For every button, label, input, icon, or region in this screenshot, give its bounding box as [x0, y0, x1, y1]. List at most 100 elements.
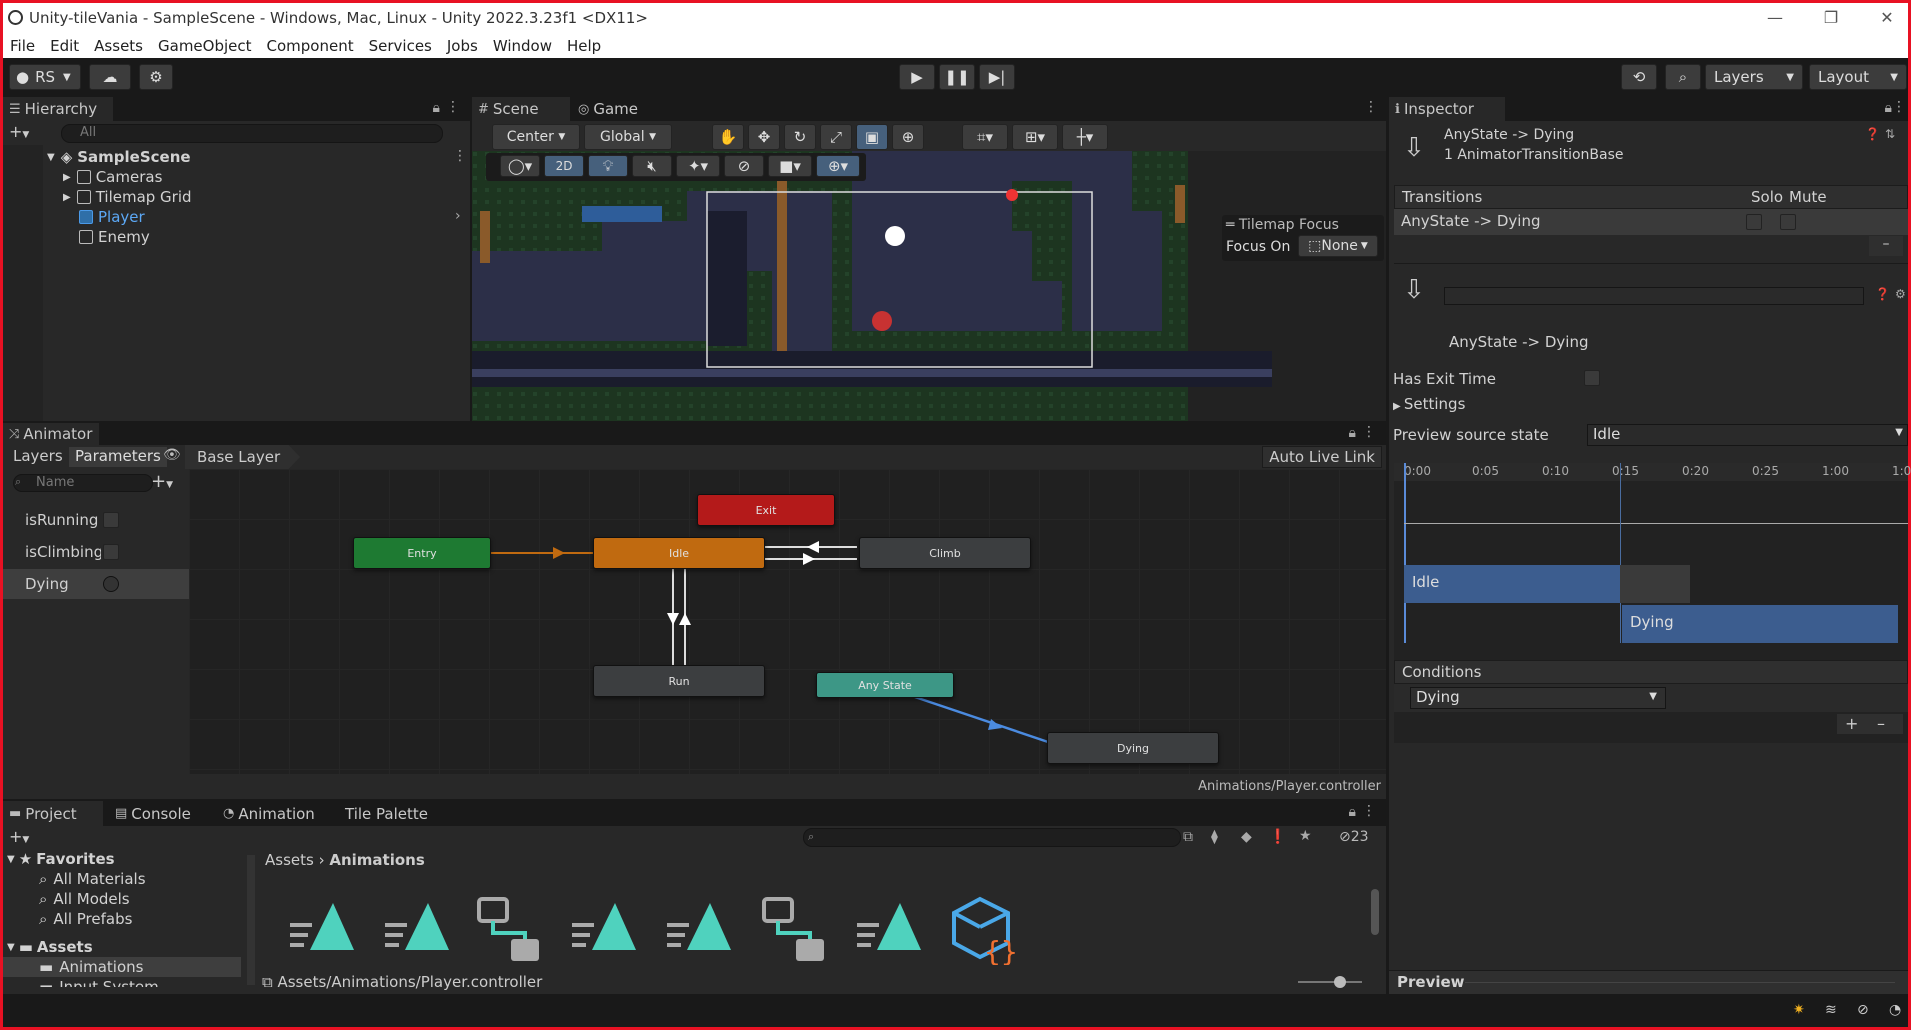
more-menu-icon[interactable]: ⋮	[1362, 424, 1376, 440]
account-dropdown[interactable]: ● RS ▼	[9, 64, 81, 90]
tab-animator[interactable]: ⤨ Animator	[3, 423, 99, 445]
menu-services[interactable]: Services	[369, 37, 440, 55]
assets-row[interactable]: ▼ ▬ Assets	[7, 937, 93, 957]
progress-icon[interactable]: ◔	[1889, 1002, 1901, 1018]
transition-name-field[interactable]	[1444, 287, 1864, 305]
mute-checkbox[interactable]	[1780, 214, 1796, 230]
tree-scrollbar[interactable]	[247, 855, 255, 985]
tab-scene[interactable]: # Scene	[472, 97, 570, 121]
layers-stack-icon[interactable]: ≋	[1825, 1002, 1837, 1018]
create-asset-button[interactable]: +▼	[9, 827, 29, 846]
tab-animation[interactable]: ◔ Animation	[217, 801, 327, 826]
parameter-row-dying[interactable]: Dying	[3, 569, 189, 599]
layer-breadcrumb[interactable]: Base Layer	[185, 445, 301, 469]
lighting-toggle[interactable]: 💡︎	[588, 155, 628, 177]
state-machine-graph[interactable]: Exit Entry Idle Climb Run Any State Dyin…	[189, 469, 1386, 774]
state-any-state[interactable]: Any State	[816, 672, 954, 698]
folder-animations[interactable]: ▬ Animations	[3, 957, 241, 977]
favorite-all-materials[interactable]: ⌕ All Materials	[39, 869, 146, 889]
chevron-right-icon[interactable]: ›	[455, 208, 461, 224]
label-filter-icon[interactable]: ◆	[1241, 829, 1252, 845]
grid-snap-dropdown[interactable]: ⊞▾	[1012, 124, 1058, 150]
menu-help[interactable]: Help	[567, 37, 609, 55]
state-exit[interactable]: Exit	[697, 494, 835, 526]
parameter-row-isrunning[interactable]: isRunning	[3, 505, 186, 535]
parameter-bool-checkbox[interactable]	[103, 544, 119, 560]
audio-toggle[interactable]: 🔇︎	[632, 155, 672, 177]
animation-clip-icon[interactable]	[665, 895, 735, 965]
search-scope-icon[interactable]: ⧉	[1183, 829, 1193, 845]
more-menu-icon[interactable]: ⋮	[1892, 99, 1906, 115]
parameter-bool-checkbox[interactable]	[103, 512, 119, 528]
auto-live-link-button[interactable]: Auto Live Link	[1262, 446, 1382, 468]
network-off-icon[interactable]: ⊘	[1857, 1002, 1869, 1018]
timeline-idle-clip[interactable]: Idle	[1404, 565, 1620, 603]
tab-hierarchy[interactable]: ☰ Hierarchy	[3, 97, 113, 121]
condition-parameter-dropdown[interactable]: Dying ▼	[1410, 687, 1666, 709]
scene-more-icon[interactable]: ⋮	[453, 148, 467, 164]
menu-window[interactable]: Window	[493, 37, 560, 55]
settings-foldout[interactable]: ▶ Settings	[1393, 395, 1465, 413]
camera-dropdown[interactable]: ■▾	[768, 155, 812, 177]
hierarchy-item-player[interactable]: Player	[79, 207, 145, 227]
transition-list-row[interactable]: AnyState -> Dying	[1394, 209, 1908, 235]
focus-on-dropdown[interactable]: ⬚ None ▼	[1298, 235, 1378, 257]
hidden-packages-toggle[interactable]: ⊘23	[1339, 829, 1369, 845]
settings-icon[interactable]: ⇅	[1885, 127, 1895, 141]
minimize-button[interactable]: —	[1755, 5, 1795, 31]
menu-assets[interactable]: Assets	[94, 37, 151, 55]
scene-viewport[interactable]: ◯▾ 2D 💡︎ 🔇︎ ✦▾ ⊘ ■▾ ⊕▾ ═ Tilemap Focus F…	[472, 151, 1386, 421]
tab-tile-palette[interactable]: Tile Palette	[339, 801, 439, 826]
ruler-dropdown[interactable]: ┼▾	[1062, 124, 1108, 150]
state-entry[interactable]: Entry	[353, 537, 491, 569]
rect-tool-button[interactable]: ▣	[856, 124, 888, 150]
state-dying[interactable]: Dying	[1047, 732, 1219, 764]
has-exit-time-checkbox[interactable]	[1584, 370, 1600, 386]
transform-tool-button[interactable]: ⊕	[892, 124, 924, 150]
favorite-all-models[interactable]: ⌕ All Models	[39, 889, 130, 909]
parameter-search-input[interactable]: Name	[13, 474, 153, 492]
step-button[interactable]: ▶|	[979, 64, 1015, 90]
preview-source-state-dropdown[interactable]: Idle ▼	[1587, 424, 1908, 446]
animation-clip-icon[interactable]	[383, 895, 453, 965]
state-climb[interactable]: Climb	[859, 537, 1031, 569]
project-search-input[interactable]: ⌕	[803, 828, 1181, 847]
hierarchy-item-enemy[interactable]: Enemy	[79, 227, 150, 247]
tab-inspector[interactable]: ℹ Inspector	[1389, 97, 1505, 121]
animation-clip-icon[interactable]	[855, 895, 925, 965]
cloud-button[interactable]: ☁	[89, 64, 131, 90]
remove-condition-button[interactable]: –	[1877, 714, 1885, 733]
menu-file[interactable]: File	[10, 37, 43, 55]
favorites-row[interactable]: ▼ ★ Favorites	[7, 849, 115, 869]
lighting-bake-icon[interactable]: ✷	[1793, 1002, 1805, 1018]
pivot-dropdown[interactable]: Center ▼	[492, 124, 580, 150]
timeline-playhead[interactable]	[1404, 463, 1406, 643]
gizmos-dropdown[interactable]: ⊕▾	[816, 155, 860, 177]
animator-controller-icon[interactable]	[760, 895, 830, 965]
visibility-toggle[interactable]: ⊘	[724, 155, 764, 177]
favorite-star-icon[interactable]: ★	[1299, 828, 1312, 844]
hierarchy-search-input[interactable]: All	[61, 124, 443, 143]
breadcrumb-animations[interactable]: Animations	[329, 851, 424, 869]
folder-input-system[interactable]: ▬ Input System	[39, 977, 159, 987]
tab-project[interactable]: ▬ Project	[3, 801, 103, 826]
search-button[interactable]: ⌕	[1665, 64, 1701, 90]
tab-console[interactable]: ▤ Console	[109, 801, 209, 826]
hierarchy-item-tilemap-grid[interactable]: ▶ Tilemap Grid	[63, 187, 192, 207]
timeline-dying-clip[interactable]: Dying	[1622, 605, 1898, 643]
lock-icon[interactable]: 🔒︎	[433, 100, 440, 116]
preview-bar[interactable]: Preview	[1389, 970, 1908, 994]
more-menu-icon[interactable]: ⋮	[1364, 99, 1378, 115]
lock-icon[interactable]: 🔒︎	[1885, 100, 1892, 116]
remove-transition-button[interactable]: –	[1869, 236, 1903, 256]
effects-dropdown[interactable]: ✦▾	[676, 155, 720, 177]
help-icon[interactable]: ❓	[1865, 127, 1880, 141]
tab-game[interactable]: ◎ Game	[572, 97, 662, 121]
state-idle[interactable]: Idle	[593, 537, 765, 569]
space-dropdown[interactable]: Global ▼	[584, 124, 672, 150]
history-button[interactable]: ⟲	[1621, 64, 1657, 90]
add-parameter-button[interactable]: +▼	[151, 471, 173, 492]
animator-controller-icon[interactable]	[475, 895, 545, 965]
draw-mode-dropdown[interactable]: ◯▾	[500, 155, 540, 177]
lock-icon[interactable]: 🔒︎	[1349, 804, 1356, 820]
